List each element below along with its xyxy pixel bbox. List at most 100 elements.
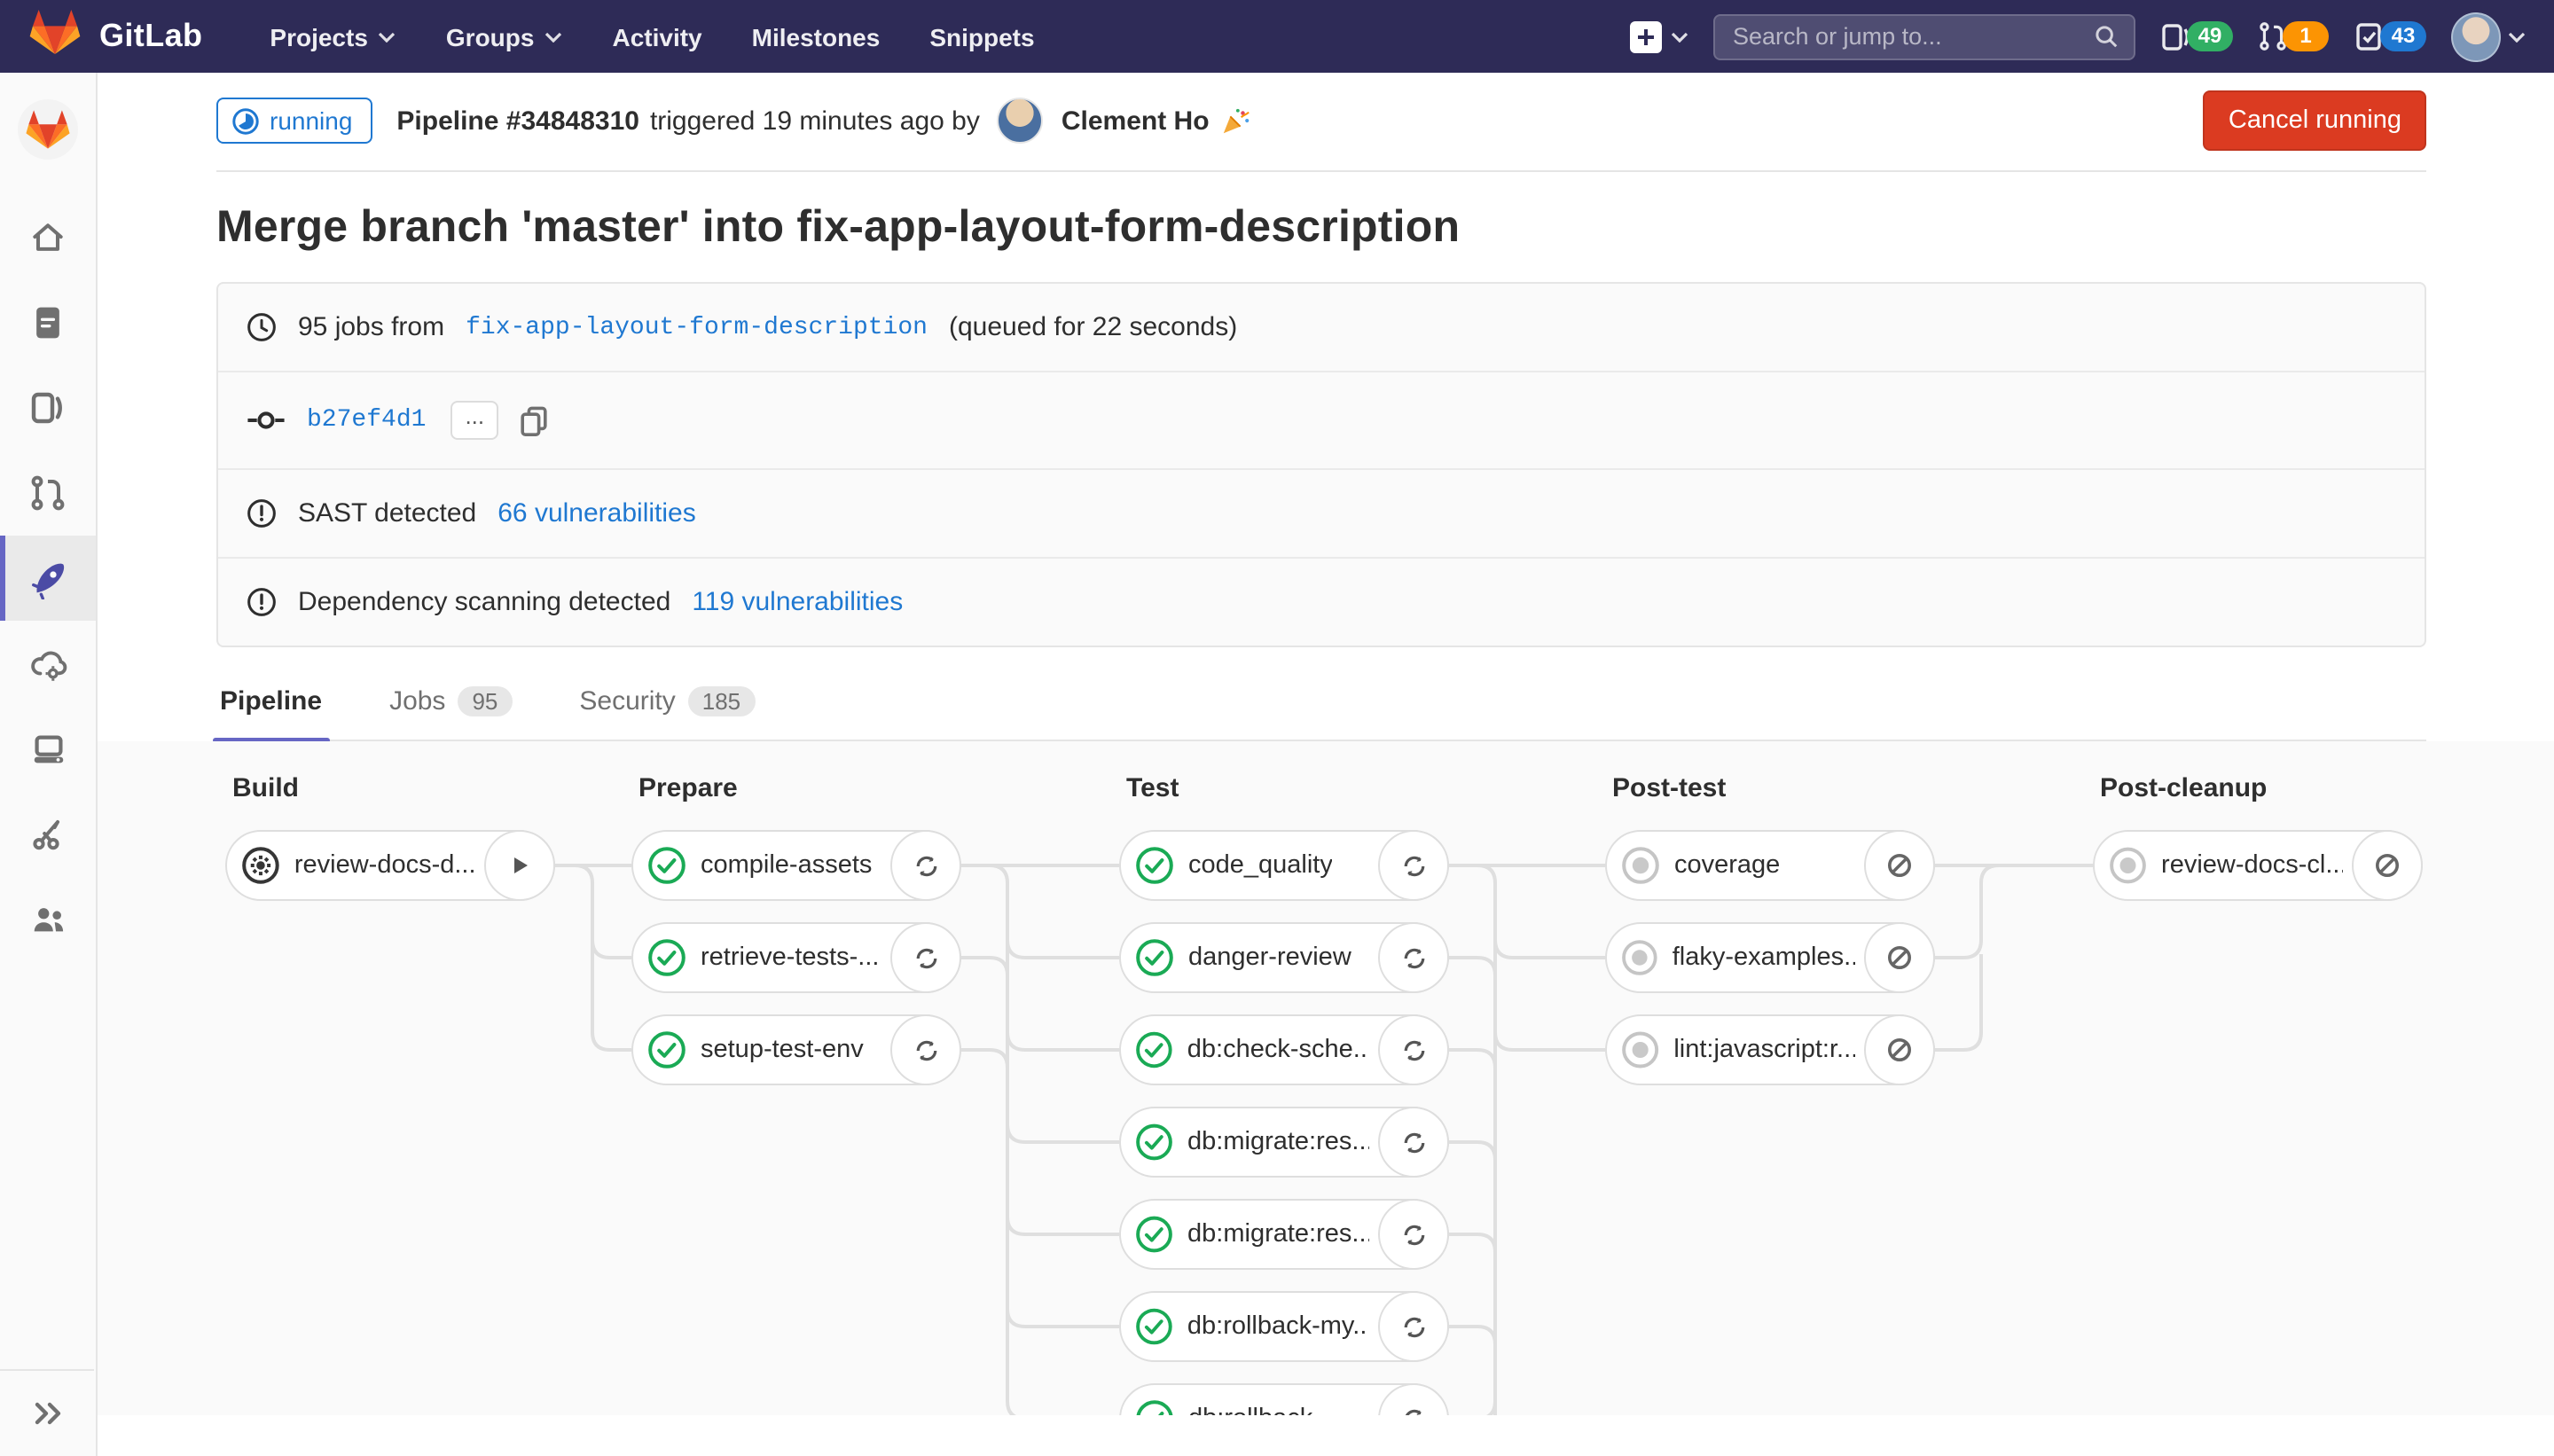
retry-job-button[interactable] bbox=[890, 922, 961, 993]
retry-icon bbox=[913, 852, 939, 879]
nav-item-projects[interactable]: Projects bbox=[248, 12, 418, 61]
stage-title: Build bbox=[225, 741, 555, 803]
tab-jobs[interactable]: Jobs95 bbox=[386, 665, 515, 740]
job-setup-test-env[interactable]: setup-test-env bbox=[631, 1014, 961, 1085]
cancel-job-button[interactable] bbox=[1864, 922, 1935, 993]
job-compile-assets[interactable]: compile-assets bbox=[631, 830, 961, 901]
home-icon bbox=[28, 218, 67, 257]
sidebar-item-ci-cd[interactable] bbox=[0, 536, 96, 621]
sidebar-item-issues[interactable] bbox=[0, 365, 96, 450]
sidebar-item-environments[interactable] bbox=[0, 706, 96, 791]
created-status-icon bbox=[1621, 1030, 1659, 1069]
cancel-icon bbox=[1885, 943, 1914, 972]
success-status-icon bbox=[647, 1030, 686, 1069]
job-label: db:check-sche... bbox=[1187, 1036, 1369, 1064]
retry-icon bbox=[1400, 1037, 1427, 1063]
job-coverage[interactable]: coverage bbox=[1605, 830, 1935, 901]
retry-job-button[interactable] bbox=[1378, 830, 1449, 901]
job-danger-review[interactable]: danger-review bbox=[1119, 922, 1449, 993]
copy-commit-button[interactable] bbox=[520, 405, 548, 435]
issues-count-button[interactable]: 49 bbox=[2160, 20, 2233, 52]
job-flaky-examples[interactable]: flaky-examples... bbox=[1605, 922, 1935, 993]
sidebar-item-merge-requests[interactable] bbox=[0, 450, 96, 536]
merge-requests-count-badge: 1 bbox=[2283, 21, 2329, 51]
success-status-icon bbox=[1135, 938, 1174, 977]
retry-icon bbox=[1400, 1405, 1427, 1415]
search-input[interactable] bbox=[1729, 21, 2093, 51]
job-lint-javascript[interactable]: lint:javascript:r... bbox=[1605, 1014, 1935, 1085]
job-label: compile-assets bbox=[701, 851, 872, 880]
merge-requests-count-button[interactable]: 1 bbox=[2258, 21, 2329, 51]
sidebar-item-members[interactable] bbox=[0, 876, 96, 961]
retry-job-button[interactable] bbox=[1378, 922, 1449, 993]
play-job-button[interactable] bbox=[484, 830, 555, 901]
sidebar-item-repository[interactable] bbox=[0, 280, 96, 365]
pipeline-info-card: 95 jobs from fix-app-layout-form-descrip… bbox=[216, 282, 2426, 647]
job-db-rollback-mysql[interactable]: db:rollback-my... bbox=[1119, 1291, 1449, 1362]
jobs-info-row: 95 jobs from fix-app-layout-form-descrip… bbox=[218, 284, 2425, 371]
gitlab-home-link[interactable]: GitLab bbox=[28, 5, 202, 67]
main-area: running Pipeline #34848310 triggered 19 … bbox=[98, 73, 2554, 1456]
double-chevron-right-icon bbox=[29, 1397, 65, 1429]
todos-count-button[interactable]: 43 bbox=[2354, 20, 2426, 52]
sidebar-item-operations[interactable] bbox=[0, 621, 96, 706]
party-popper-icon bbox=[1220, 106, 1250, 136]
branch-link[interactable]: fix-app-layout-form-description bbox=[466, 313, 928, 341]
chevron-down-icon bbox=[2508, 31, 2526, 42]
stage-title: Prepare bbox=[631, 741, 961, 803]
new-menu-button[interactable] bbox=[1630, 20, 1688, 52]
search-icon bbox=[2093, 23, 2119, 50]
job-review-docs-cleanup[interactable]: review-docs-cl... bbox=[2093, 830, 2423, 901]
sidebar-item-project-overview[interactable] bbox=[0, 195, 96, 280]
project-tanuki-icon bbox=[25, 106, 71, 153]
retry-job-button[interactable] bbox=[1378, 1107, 1449, 1178]
tab-security[interactable]: Security185 bbox=[576, 665, 758, 740]
user-menu-button[interactable] bbox=[2451, 12, 2526, 61]
cancel-running-button[interactable]: Cancel running bbox=[2204, 90, 2426, 151]
retry-job-button[interactable] bbox=[1378, 1014, 1449, 1085]
cancel-job-button[interactable] bbox=[1864, 830, 1935, 901]
nav-item-milestones[interactable]: Milestones bbox=[731, 12, 902, 61]
stage-prepare: Prepare bbox=[631, 741, 961, 803]
retry-job-button[interactable] bbox=[1378, 1291, 1449, 1362]
sast-vulnerabilities-link[interactable]: 66 vulnerabilities bbox=[497, 498, 695, 528]
pipeline-status-badge[interactable]: running bbox=[216, 98, 372, 144]
cancel-job-button[interactable] bbox=[1864, 1014, 1935, 1085]
job-db-migrate-reset-1[interactable]: db:migrate:res... bbox=[1119, 1107, 1449, 1178]
success-status-icon bbox=[1135, 1123, 1173, 1162]
project-avatar[interactable] bbox=[18, 99, 78, 160]
retry-job-button[interactable] bbox=[1378, 1383, 1449, 1415]
job-code-quality[interactable]: code_quality bbox=[1119, 830, 1449, 901]
job-review-docs-deploy[interactable]: review-docs-d... bbox=[225, 830, 555, 901]
todos-count-badge: 43 bbox=[2380, 21, 2426, 51]
job-db-check-schema[interactable]: db:check-sche... bbox=[1119, 1014, 1449, 1085]
retry-job-button[interactable] bbox=[1378, 1199, 1449, 1270]
manual-status-icon bbox=[241, 846, 280, 885]
retry-job-button[interactable] bbox=[890, 830, 961, 901]
author-name[interactable]: Clement Ho bbox=[1062, 106, 1210, 136]
job-db-migrate-reset-2[interactable]: db:migrate:res... bbox=[1119, 1199, 1449, 1270]
pipeline-tabs: Pipeline Jobs95 Security185 bbox=[216, 665, 2426, 741]
people-icon bbox=[27, 898, 68, 939]
retry-job-button[interactable] bbox=[890, 1014, 961, 1085]
stage-post-cleanup: Post-cleanup bbox=[2093, 741, 2423, 803]
author-avatar[interactable] bbox=[998, 98, 1044, 144]
sidebar-item-snippets[interactable] bbox=[0, 791, 96, 876]
sast-row: SAST detected 66 vulnerabilities bbox=[218, 468, 2425, 557]
commit-sha-link[interactable]: b27ef4d1 bbox=[307, 406, 426, 434]
tab-pipeline[interactable]: Pipeline bbox=[216, 665, 325, 740]
sidebar-collapse-toggle[interactable] bbox=[0, 1369, 94, 1456]
nav-item-activity[interactable]: Activity bbox=[591, 12, 723, 61]
nav-item-groups[interactable]: Groups bbox=[425, 12, 584, 61]
dependency-vulnerabilities-link[interactable]: 119 vulnerabilities bbox=[692, 587, 903, 617]
sast-text: SAST detected bbox=[298, 498, 476, 528]
job-retrieve-tests[interactable]: retrieve-tests-... bbox=[631, 922, 961, 993]
job-db-rollback-cutoff[interactable]: db:rollback-... bbox=[1119, 1383, 1449, 1415]
nav-item-snippets[interactable]: Snippets bbox=[908, 12, 1055, 61]
cancel-icon bbox=[2373, 851, 2401, 880]
dependency-row: Dependency scanning detected 119 vulnera… bbox=[218, 557, 2425, 646]
cancel-job-button[interactable] bbox=[2352, 830, 2423, 901]
commit-description-toggle[interactable]: ... bbox=[450, 401, 498, 440]
success-status-icon bbox=[1135, 846, 1174, 885]
copy-icon bbox=[520, 405, 548, 435]
